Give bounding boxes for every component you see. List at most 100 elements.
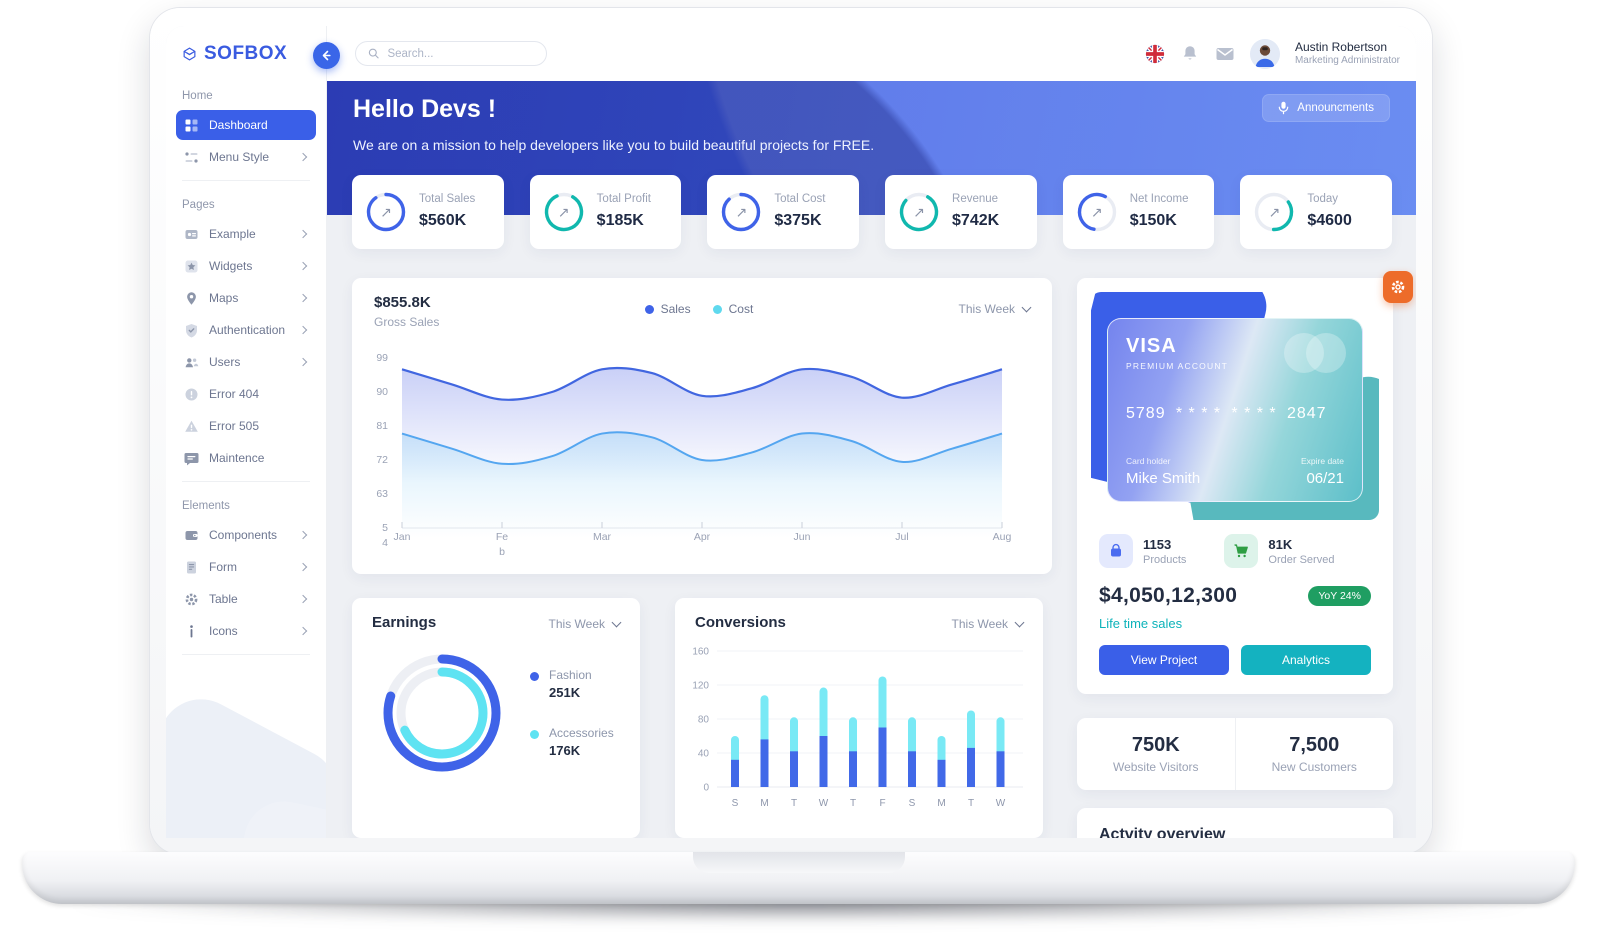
chevron-right-icon xyxy=(299,326,307,334)
account-stats: 1153 Products xyxy=(1077,520,1393,568)
sidebar-item-label: Menu Style xyxy=(209,150,290,164)
customers-value: 7,500 xyxy=(1289,734,1339,757)
card-number-group: 2847 xyxy=(1287,405,1327,423)
orders-label: Order Served xyxy=(1268,554,1334,566)
progress-ring: ↗ xyxy=(364,190,408,234)
x-tick-label: Jan xyxy=(385,530,419,545)
progress-ring: ↗ xyxy=(542,190,586,234)
svg-text:T: T xyxy=(791,798,797,809)
user-meta[interactable]: Austin Robertson Marketing Administrator xyxy=(1295,40,1400,68)
period-dropdown[interactable]: This Week xyxy=(959,294,1030,316)
sidebar-item-authentication[interactable]: Authentication xyxy=(176,315,316,345)
products-value: 1153 xyxy=(1143,537,1186,552)
sidebar-item-menu-style[interactable]: Menu Style xyxy=(176,142,316,172)
sidebar-item-label: Form xyxy=(209,560,290,574)
user-name: Austin Robertson xyxy=(1295,40,1400,55)
sidebar-item-label: Users xyxy=(209,355,290,369)
stat-card-total-sales: ↗ Total Sales $560K xyxy=(352,175,504,249)
sidebar-item-label: Error 404 xyxy=(209,387,308,401)
svg-text:120: 120 xyxy=(692,681,709,692)
stat-card-today: ↗ Today $4600 xyxy=(1240,175,1392,249)
legend-label: Sales xyxy=(661,302,691,316)
nav-section-elements: Elements xyxy=(166,490,326,518)
y-tick-label: 81 xyxy=(368,419,388,434)
x-tick-label: Mar xyxy=(585,530,619,545)
sidebar-item-users[interactable]: Users xyxy=(176,347,316,377)
y-tick-label: 90 xyxy=(368,385,388,400)
sidebar-item-error-404[interactable]: Error 404 xyxy=(176,379,316,409)
sofbox-logo-icon xyxy=(182,40,197,68)
sidebar-item-icons[interactable]: Icons xyxy=(176,616,316,646)
sidebar-item-widgets[interactable]: Widgets xyxy=(176,251,316,281)
trend-up-icon: ↗ xyxy=(1075,190,1119,234)
legend-value: 251K xyxy=(549,685,592,700)
stat-value: $375K xyxy=(774,209,825,233)
period-dropdown[interactable]: This Week xyxy=(952,614,1023,631)
search-box xyxy=(355,41,547,66)
products-stat: 1153 Products xyxy=(1099,534,1186,568)
legend-sales: Sales xyxy=(645,302,691,316)
sidebar-item-label: Widgets xyxy=(209,259,290,273)
period-dropdown[interactable]: This Week xyxy=(549,614,620,631)
search-icon xyxy=(368,47,379,60)
activity-card: Actvity overview xyxy=(1077,808,1393,838)
uk-flag-icon[interactable] xyxy=(1145,44,1165,64)
holder-label: Card holder xyxy=(1126,456,1200,466)
stat-card-revenue: ↗ Revenue $742K xyxy=(885,175,1037,249)
view-project-button[interactable]: View Project xyxy=(1099,645,1229,675)
mail-icon[interactable] xyxy=(1215,44,1235,64)
shield-check-icon xyxy=(184,323,199,338)
microphone-icon xyxy=(1278,101,1289,115)
user-avatar[interactable] xyxy=(1250,39,1280,69)
bell-icon[interactable] xyxy=(1180,44,1200,64)
trend-up-icon: ↗ xyxy=(1252,190,1296,234)
hero-title: Hello Devs ! xyxy=(353,95,496,124)
sidebar-item-error-505[interactable]: Error 505 xyxy=(176,411,316,441)
settings-button[interactable] xyxy=(1383,271,1413,303)
stats-row: ↗ Total Sales $560K ↗ Total P xyxy=(352,175,1392,249)
search-input[interactable] xyxy=(387,48,534,60)
sidebar-item-label: Maintence xyxy=(209,451,308,465)
svg-text:F: F xyxy=(879,798,885,809)
brand-logo[interactable]: SOFBOX xyxy=(166,26,326,80)
holder-name: Mike Smith xyxy=(1126,470,1200,487)
sidebar-item-table[interactable]: Table xyxy=(176,584,316,614)
x-tick-label: Jul xyxy=(885,530,919,545)
customers-label: New Customers xyxy=(1272,760,1357,774)
stat-card-total-cost: ↗ Total Cost $375K xyxy=(707,175,859,249)
chart-legend: Sales Cost xyxy=(439,294,958,316)
chevron-right-icon xyxy=(299,153,307,161)
sidebar-item-label: Example xyxy=(209,227,290,241)
period-label: This Week xyxy=(959,302,1015,316)
expire-label: Expire date xyxy=(1301,456,1344,466)
chevron-down-icon xyxy=(612,617,622,627)
sidebar-item-maps[interactable]: Maps xyxy=(176,283,316,313)
orders-value: 81K xyxy=(1268,537,1334,552)
credit-card: VISA PREMIUM ACCOUNT 5789 * * * * * * * … xyxy=(1107,318,1363,502)
x-tick-label: Jun xyxy=(785,530,819,545)
progress-ring: ↗ xyxy=(1252,190,1296,234)
legend-dot-sales xyxy=(645,305,654,314)
alert-triangle-icon xyxy=(184,419,199,434)
y-tick-label: 63 xyxy=(368,487,388,502)
back-button[interactable] xyxy=(313,42,340,69)
svg-text:W: W xyxy=(819,798,829,809)
sidebar-item-label: Error 505 xyxy=(209,419,308,433)
stat-value: $560K xyxy=(419,209,475,233)
gross-sales-chart xyxy=(392,348,1012,548)
sidebar-item-form[interactable]: Form xyxy=(176,552,316,582)
svg-text:S: S xyxy=(909,798,916,809)
sidebar-item-dashboard[interactable]: Dashboard xyxy=(176,110,316,140)
sidebar-item-components[interactable]: Components xyxy=(176,520,316,550)
nav-section-pages: Pages xyxy=(166,189,326,217)
progress-ring: ↗ xyxy=(1075,190,1119,234)
announcements-button[interactable]: Announcments xyxy=(1262,94,1390,122)
trend-up-icon: ↗ xyxy=(542,190,586,234)
arrow-left-icon xyxy=(320,49,333,62)
form-file-icon xyxy=(184,560,199,575)
chevron-right-icon xyxy=(299,358,307,366)
analytics-button[interactable]: Analytics xyxy=(1241,645,1371,675)
sidebar-item-maintence[interactable]: Maintence xyxy=(176,443,316,473)
visitors-value: 750K xyxy=(1132,734,1180,757)
sidebar-item-example[interactable]: Example xyxy=(176,219,316,249)
